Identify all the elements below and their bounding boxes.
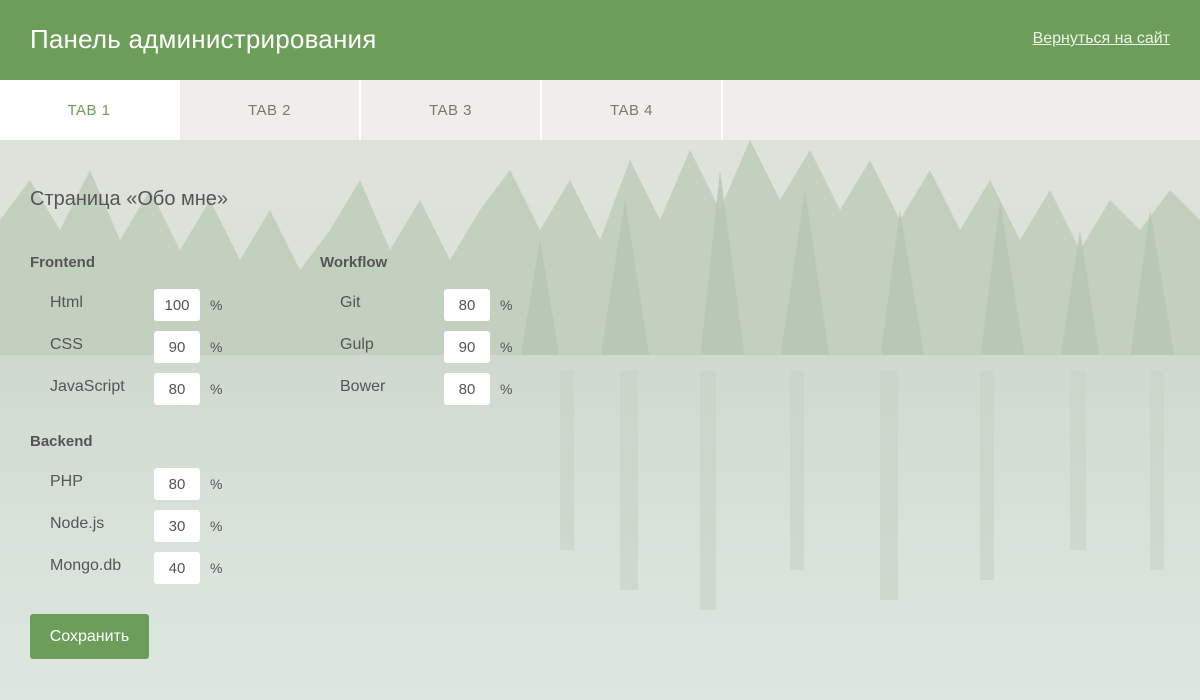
backend-skill-group: Backend PHP % Node.js % Mongo.db %	[30, 433, 290, 584]
percent-sign: %	[210, 339, 223, 355]
section-title: Страница «Обо мне»	[30, 188, 229, 210]
skill-row-bower: Bower %	[320, 373, 560, 405]
skill-input-bower[interactable]	[444, 373, 490, 405]
percent-sign: %	[210, 476, 223, 492]
skill-name-css: CSS	[50, 336, 83, 353]
percent-sign: %	[500, 381, 513, 397]
workflow-skill-group: Workflow Git % Gulp % Bower %	[320, 254, 580, 405]
skill-row-git: Git %	[320, 289, 560, 321]
skill-name-php: PHP	[50, 473, 83, 490]
skill-name-mongodb: Mongo.db	[50, 557, 122, 574]
admin-header: Панель администрирования Вернуться на са…	[0, 0, 1200, 80]
skill-row-mongodb: Mongo.db %	[30, 552, 270, 584]
tab-4[interactable]: TAB 4	[542, 80, 723, 140]
skill-row-php: PHP %	[30, 468, 270, 500]
skill-name-html: Html	[50, 294, 83, 311]
percent-sign: %	[500, 339, 513, 355]
skill-input-nodejs[interactable]	[154, 510, 200, 542]
skill-name-javascript: JavaScript	[50, 378, 125, 395]
skill-name-git: Git	[340, 294, 361, 311]
tab-1[interactable]: TAB 1	[0, 80, 180, 140]
percent-sign: %	[210, 381, 223, 397]
skill-row-nodejs: Node.js %	[30, 510, 270, 542]
skill-row-html: Html %	[30, 289, 270, 321]
percent-sign: %	[210, 560, 223, 576]
tab-3[interactable]: TAB 3	[361, 80, 542, 140]
percent-sign: %	[210, 518, 223, 534]
skill-name-nodejs: Node.js	[50, 515, 105, 532]
tab-bar: TAB 1 TAB 2 TAB 3 TAB 4	[0, 80, 1200, 140]
backend-group-title: Backend	[30, 433, 93, 450]
skill-row-css: CSS %	[30, 331, 270, 363]
skill-row-javascript: JavaScript %	[30, 373, 270, 405]
workflow-group-title: Workflow	[320, 254, 388, 271]
percent-sign: %	[500, 297, 513, 313]
frontend-skill-group: Frontend Html % CSS % JavaScript %	[30, 254, 290, 405]
skill-input-mongodb[interactable]	[154, 552, 200, 584]
skill-input-php[interactable]	[154, 468, 200, 500]
percent-sign: %	[210, 297, 223, 313]
skill-input-gulp[interactable]	[444, 331, 490, 363]
skill-input-git[interactable]	[444, 289, 490, 321]
skill-input-javascript[interactable]	[154, 373, 200, 405]
save-button[interactable]: Сохранить	[30, 614, 149, 659]
frontend-group-title: Frontend	[30, 254, 95, 271]
skill-input-html[interactable]	[154, 289, 200, 321]
page-header-title: Панель администрирования	[30, 24, 377, 54]
skill-input-css[interactable]	[154, 331, 200, 363]
skill-name-gulp: Gulp	[340, 336, 374, 353]
tab-2[interactable]: TAB 2	[180, 80, 361, 140]
back-to-site-link[interactable]: Вернуться на сайт	[1033, 30, 1170, 48]
skill-name-bower: Bower	[340, 378, 386, 395]
skill-row-gulp: Gulp %	[320, 331, 560, 363]
main-content: Страница «Обо мне» Frontend Html % CSS %…	[0, 140, 1200, 700]
